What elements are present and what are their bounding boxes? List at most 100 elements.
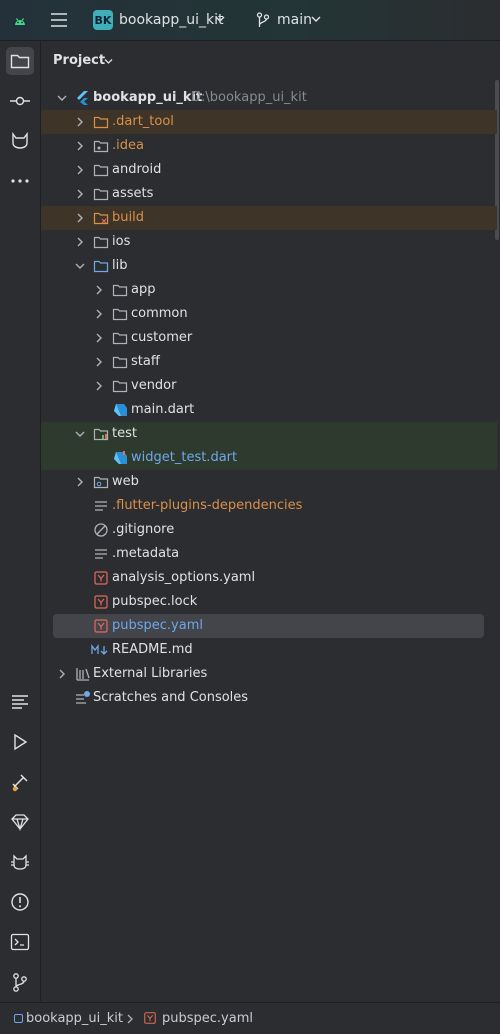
chevron-down-icon[interactable]	[73, 259, 87, 273]
logcat-tool-icon[interactable]	[6, 848, 34, 876]
dart-test-file-icon	[112, 450, 128, 466]
tree-row-gitignore[interactable]: .gitignore	[41, 518, 497, 542]
chevron-right-icon[interactable]	[92, 331, 106, 345]
title-bar: BK bookapp_ui_kit main	[0, 0, 500, 41]
run-tool-icon[interactable]	[6, 728, 34, 756]
vcs-tool-icon[interactable]	[6, 968, 34, 996]
problems-tool-icon[interactable]	[6, 888, 34, 916]
chevron-right-icon[interactable]	[73, 187, 87, 201]
tree-label: .gitignore	[112, 522, 175, 537]
tree-label: vendor	[131, 378, 177, 393]
chevron-right-icon[interactable]	[73, 163, 87, 177]
tree-label: .dart_tool	[112, 114, 174, 129]
structure-tool-icon[interactable]	[6, 688, 34, 716]
yaml-file-icon	[93, 594, 109, 610]
flutter-icon	[75, 90, 91, 106]
chevron-right-icon[interactable]	[73, 115, 87, 129]
build-tool-icon[interactable]	[6, 768, 34, 796]
tree-row-build[interactable]: build	[41, 206, 497, 230]
tree-row-app[interactable]: app	[41, 278, 497, 302]
chevron-down-icon[interactable]	[55, 91, 69, 105]
tree-row-lib[interactable]: lib	[41, 254, 497, 278]
breadcrumb-project[interactable]: bookapp_ui_kit	[26, 1011, 123, 1026]
tree-row-ios[interactable]: ios	[41, 230, 497, 254]
tree-label: .flutter-plugins-dependencies	[112, 498, 303, 513]
branch-chevron-down-icon[interactable]	[311, 15, 321, 23]
markdown-file-icon	[91, 642, 111, 658]
chevron-right-icon[interactable]	[92, 379, 106, 393]
panel-title-chevron-down-icon[interactable]	[104, 58, 113, 65]
chevron-right-icon[interactable]	[73, 139, 87, 153]
branch-name[interactable]: main	[277, 12, 312, 28]
excluded-folder-icon	[93, 210, 109, 226]
android-icon[interactable]	[12, 13, 28, 27]
yaml-file-icon	[93, 570, 109, 586]
chevron-right-icon[interactable]	[55, 667, 69, 681]
tree-row-web[interactable]: web	[41, 470, 497, 494]
tree-label: app	[131, 282, 156, 297]
tree-row-assets[interactable]: assets	[41, 182, 497, 206]
scratches-icon	[75, 690, 91, 706]
tree-label: Scratches and Consoles	[93, 690, 249, 705]
tree-label: pubspec.lock	[112, 594, 198, 609]
tree-label: customer	[131, 330, 193, 345]
folder-icon	[93, 114, 109, 130]
tree-row-customer[interactable]: customer	[41, 326, 497, 350]
cat-tool-icon[interactable]	[6, 127, 34, 155]
folder-icon	[112, 282, 128, 298]
tree-label: test	[112, 426, 137, 441]
commit-tool-icon[interactable]	[6, 87, 34, 115]
chevron-right-icon[interactable]	[73, 211, 87, 225]
breadcrumb: bookapp_ui_kit pubspec.yaml	[0, 1002, 500, 1034]
tree-label: lib	[112, 258, 128, 273]
folder-icon	[93, 186, 109, 202]
git-branch-icon[interactable]	[256, 12, 270, 28]
main-menu-icon[interactable]	[50, 12, 68, 28]
chevron-right-icon[interactable]	[73, 235, 87, 249]
project-badge[interactable]: BK	[93, 10, 113, 30]
tree-row-metadata[interactable]: .metadata	[41, 542, 497, 566]
tree-label: android	[112, 162, 162, 177]
chevron-right-icon[interactable]	[73, 475, 87, 489]
tree-row-readme[interactable]: README.md	[41, 638, 497, 662]
chevron-down-icon[interactable]	[215, 15, 225, 23]
tree-row-staff[interactable]: staff	[41, 350, 497, 374]
text-file-icon	[93, 498, 109, 514]
tree-row-pubspec-yaml[interactable]: pubspec.yaml	[53, 614, 484, 638]
chevron-right-icon[interactable]	[92, 307, 106, 321]
tree-row-external-libraries[interactable]: External Libraries	[41, 662, 497, 686]
tree-row-analysis-options[interactable]: analysis_options.yaml	[41, 566, 497, 590]
chevron-right-icon[interactable]	[92, 283, 106, 297]
tree-row-dart-tool[interactable]: .dart_tool	[41, 110, 497, 134]
tree-row-root[interactable]: bookapp_ui_kit D:\bookapp_ui_kit	[41, 86, 497, 110]
tree-row-idea[interactable]: .idea	[41, 134, 497, 158]
chevron-down-icon[interactable]	[73, 427, 87, 441]
folder-icon	[112, 330, 128, 346]
root-path: D:\bookapp_ui_kit	[191, 90, 307, 105]
tree-row-android[interactable]: android	[41, 158, 497, 182]
more-tools-icon[interactable]	[6, 167, 34, 195]
tree-row-main-dart[interactable]: main.dart	[41, 398, 497, 422]
panel-title[interactable]: Project	[53, 53, 105, 68]
folder-icon	[112, 354, 128, 370]
terminal-tool-icon[interactable]	[6, 928, 34, 956]
tree-row-test[interactable]: test	[41, 422, 497, 446]
tree-label: main.dart	[131, 402, 195, 417]
chevron-right-icon[interactable]	[92, 355, 106, 369]
tree-row-flutter-plugins[interactable]: .flutter-plugins-dependencies	[41, 494, 497, 518]
gem-tool-icon[interactable]	[6, 808, 34, 836]
project-tool-icon[interactable]	[6, 47, 34, 75]
library-icon	[75, 666, 91, 682]
tree-row-scratches[interactable]: Scratches and Consoles	[41, 686, 497, 710]
tree-row-pubspec-lock[interactable]: pubspec.lock	[41, 590, 497, 614]
breadcrumb-file[interactable]: pubspec.yaml	[162, 1011, 253, 1026]
tree-row-widget-test[interactable]: widget_test.dart	[41, 446, 497, 470]
folder-icon	[93, 162, 109, 178]
root-name: bookapp_ui_kit	[93, 90, 203, 105]
folder-icon	[93, 234, 109, 250]
tree-row-vendor[interactable]: vendor	[41, 374, 497, 398]
project-name[interactable]: bookapp_ui_kit	[119, 12, 223, 28]
web-folder-icon	[93, 474, 109, 490]
text-file-icon	[93, 546, 109, 562]
tree-row-common[interactable]: common	[41, 302, 497, 326]
